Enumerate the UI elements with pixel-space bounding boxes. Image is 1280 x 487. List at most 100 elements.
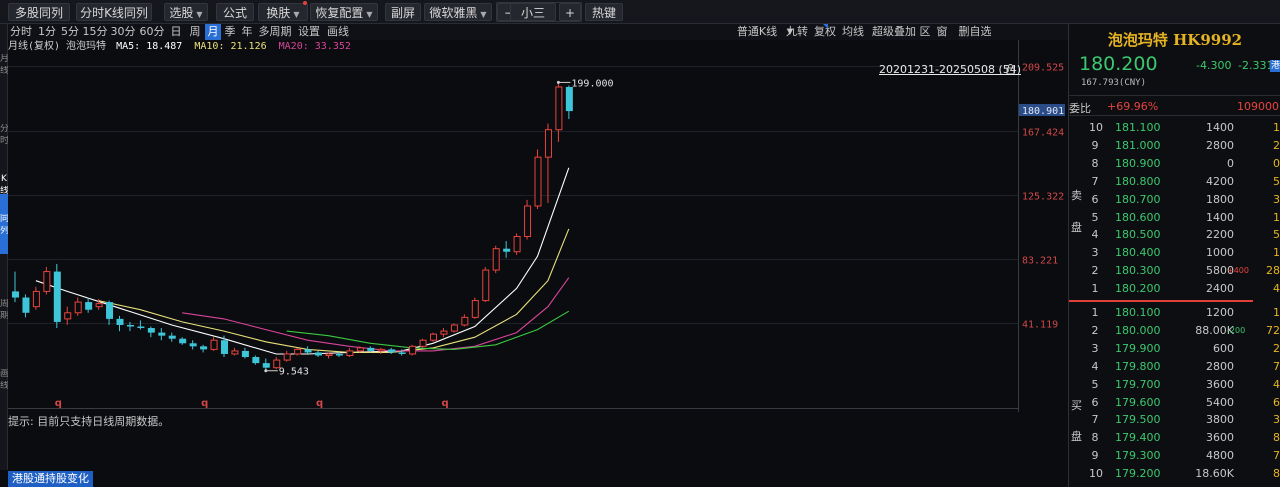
period-tab-9[interactable]: 季 [222,24,238,40]
period-tab-10[interactable]: 年 [239,24,255,40]
high-price-label: 199.000 [571,78,613,89]
chart-tool-4[interactable]: 超级叠加 [870,24,918,40]
order-price: 180.900 [1115,156,1161,170]
order-level: 9 [1091,138,1099,152]
candle-body [315,352,323,356]
order-volume: 1000 [1206,246,1234,260]
period-tab-2[interactable]: 5分 [60,24,80,40]
order-count: 1 [1273,246,1280,260]
order-volume: 1800 [1206,192,1234,206]
ask-row[interactable]: 4 180.500 2200 5 [1069,226,1280,243]
date-range-label[interactable]: 20201231-20250508 (54) [879,63,1021,76]
period-tab-11[interactable]: 多周期 [257,24,293,40]
second-screen-button-label: 副屏 [390,6,415,20]
period-tab-3[interactable]: 15分 [82,24,108,40]
weibi-value: 109000 [1237,100,1279,113]
divider [1069,115,1280,116]
order-level: 8 [1091,156,1099,170]
font-size-value[interactable]: 小三 [510,3,556,21]
formula-button[interactable]: 公式 [216,3,254,21]
candle-body [126,324,134,327]
chart-tool-7[interactable]: 删自选 [954,24,996,40]
order-level: 3 [1091,341,1099,355]
stock-picker-button[interactable]: 选股 ▼ [164,3,208,21]
order-change: +400 [1227,266,1249,276]
ask-row[interactable]: 3 180.400 1000 1 [1069,244,1280,261]
order-count: 1 [1273,306,1280,319]
second-screen-button[interactable]: 副屏 [385,3,421,21]
period-tab-7[interactable]: 周 [186,24,204,40]
candle-body [356,347,364,352]
order-price: 180.700 [1115,192,1161,206]
order-price: 180.800 [1115,174,1161,188]
order-price: 180.200 [1115,282,1161,296]
bid-row[interactable]: 1 180.100 1200 1 [1069,304,1280,321]
bid-row[interactable]: 8 179.400 3600 8 [1069,429,1280,446]
bid-row[interactable]: 10 179.200 18.60K 8 [1069,465,1280,482]
period-tab-6[interactable]: 日 [168,24,184,40]
order-count: 4 [1273,282,1280,296]
period-tab-4[interactable]: 30分 [110,24,136,40]
y-axis-label: 125.322 [1022,192,1064,203]
order-volume: 1400 [1206,121,1234,134]
bid-row[interactable]: 5 179.700 3600 4 [1069,376,1280,393]
ask-row[interactable]: 9 181.000 2800 2 [1069,137,1280,154]
bid-row[interactable]: 9 179.300 4800 7 [1069,447,1280,464]
period-tab-0[interactable]: 分时 [8,24,34,40]
order-price: 179.900 [1115,341,1161,355]
chevron-down-icon: ▼ [366,10,373,19]
zoom-in-button[interactable]: + [559,3,581,21]
bid-row[interactable]: 2 180.000 88.00K -200 72 [1069,322,1280,339]
ask-row[interactable]: 2 180.300 5800 +400 28 [1069,262,1280,279]
candle-body [325,353,333,356]
bid-row[interactable]: 3 179.900 600 2 [1069,340,1280,357]
period-tab-8[interactable]: 月 [205,24,221,40]
candle-body [95,303,103,308]
event-marker: q [441,398,448,409]
ask-row[interactable]: 8 180.900 0 0 [1069,155,1280,172]
order-price: 179.500 [1115,413,1161,427]
font-select[interactable]: 微软雅黑 ▼ [424,3,492,21]
restore-config-button[interactable]: 恢复配置 ▼ [310,3,378,21]
kline-chart[interactable]: 209.525 167.424 125.322 83.221 41.119 180.901… [8,40,1068,412]
chart-tool-3[interactable]: 均线 [840,24,866,40]
candle-body [32,290,40,308]
chart-tool-5[interactable]: 区 [919,24,931,40]
ask-row[interactable]: 1 180.200 2400 4 [1069,280,1280,297]
order-price: 179.400 [1115,431,1161,445]
chart-tool-0[interactable]: 普通K线 [728,24,786,40]
ask-row[interactable]: 10 181.100 1400 1 [1069,119,1280,136]
hk-connect-holding-tab[interactable]: 港股通持股变化 [8,471,93,487]
ask-row[interactable]: 6 180.700 1800 3 [1069,191,1280,208]
candle-body [482,269,490,302]
skin-button-label: 换肤 [266,6,291,20]
candle-body [85,302,93,310]
left-strip-active-tab[interactable] [0,194,8,254]
period-tab-13[interactable]: 画线 [324,24,352,40]
bid-row[interactable]: 4 179.800 2800 7 [1069,358,1280,375]
order-volume: 3800 [1206,413,1234,427]
skin-button[interactable]: 换肤 ▼ [258,1,308,21]
period-tab-12[interactable]: 设置 [295,24,323,40]
y-axis-label: 209.525 [1022,63,1064,74]
hotkey-button[interactable]: 热键 [585,3,623,21]
candle-body [544,129,552,158]
ask-row[interactable]: 5 180.600 1400 1 [1069,209,1280,226]
ask-row[interactable]: 7 180.800 4200 5 [1069,173,1280,190]
candle-body [492,248,500,271]
intraday-kline-button[interactable]: 分时K线同列 [76,3,152,21]
multi-stock-button[interactable]: 多股同列 [8,3,70,21]
candle-body [565,86,573,112]
bid-row[interactable]: 6 179.600 5400 6 [1069,394,1280,411]
candle-body [116,318,124,325]
period-tab-5[interactable]: 60分 [138,24,166,40]
order-level: 4 [1091,359,1099,373]
order-level: 10 [1089,467,1103,481]
chevron-down-icon[interactable]: ▼ [786,24,794,40]
order-price: 180.100 [1115,306,1161,319]
period-tab-1[interactable]: 1分 [36,24,58,40]
chart-tool-6[interactable]: 窗 [936,24,948,40]
weibi-pct: +69.96% [1107,100,1159,113]
bid-row[interactable]: 7 179.500 3800 3 [1069,411,1280,428]
lock-icon[interactable] [1006,64,1015,74]
